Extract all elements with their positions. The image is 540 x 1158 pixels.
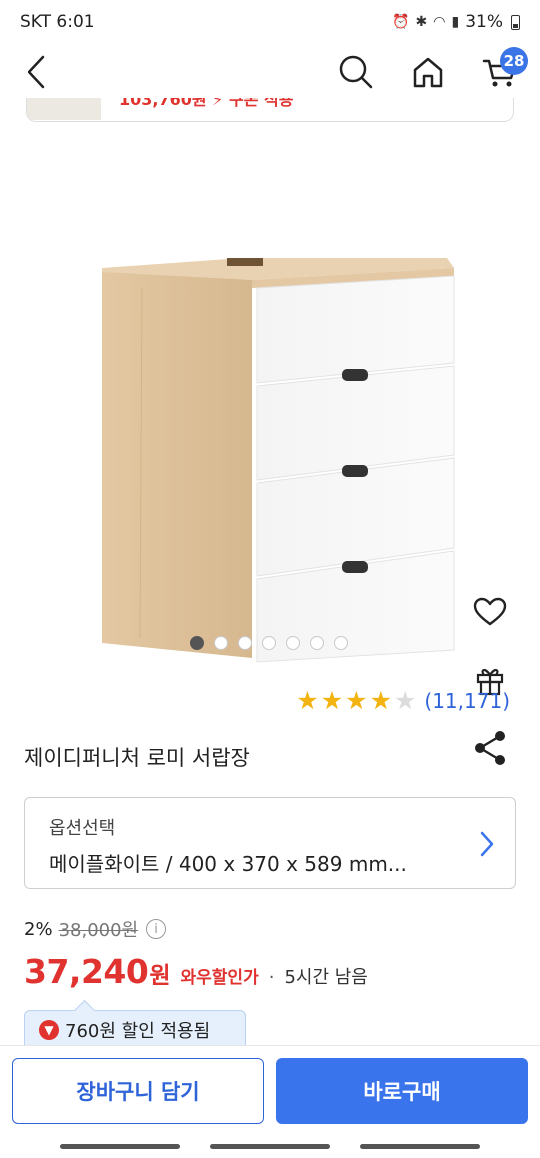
star-icon: ★ [320, 686, 344, 715]
price-separator: · [268, 967, 275, 988]
carousel-dot[interactable] [238, 636, 252, 650]
home-button[interactable] [406, 52, 450, 92]
search-icon [339, 55, 373, 89]
back-arrow-icon [27, 55, 45, 89]
battery-level: 31% [465, 12, 503, 32]
search-button[interactable] [334, 52, 378, 92]
sale-price: 37,240 [24, 952, 149, 991]
product-photo-dresser [102, 258, 455, 663]
status-bar: SKT 6:01 ⏰ ✱ ◠ ▮ 31% [0, 0, 540, 44]
carousel-dot[interactable] [214, 636, 228, 650]
bottom-action-bar: 장바구니 담기 바로구매 [0, 1045, 540, 1136]
carousel-dot[interactable] [190, 636, 204, 650]
heart-icon [473, 597, 507, 626]
product-title: 제이디퍼니처 로미 서랍장 [24, 746, 250, 770]
carousel-dot[interactable] [310, 636, 324, 650]
carousel-dot[interactable] [334, 636, 348, 650]
discount-applied-text: 760원 할인 적용됨 [65, 1021, 211, 1042]
product-rating[interactable]: ★ ★ ★ ★ ★ (11,171) [296, 688, 510, 713]
wifi-icon: ◠ [433, 14, 446, 30]
star-icon: ★ [393, 686, 417, 715]
option-value: 메이플화이트 / 400 x 370 x 589 mm... [49, 852, 407, 876]
carousel-dot[interactable] [286, 636, 300, 650]
status-icons: ⏰ ✱ ◠ ▮ 31% [392, 12, 520, 32]
price-row: 37,240 원 와우할인가 · 5시간 남음 [24, 952, 368, 991]
nav-recents[interactable] [60, 1144, 180, 1149]
alarm-icon: ⏰ [392, 14, 410, 30]
option-label: 옵션선택 [49, 818, 116, 839]
share-icon [475, 731, 505, 765]
original-price: 38,000원 [58, 920, 139, 941]
review-count[interactable]: (11,171) [424, 689, 510, 713]
option-selector[interactable]: 옵션선택 메이플화이트 / 400 x 370 x 589 mm... [24, 797, 516, 889]
add-to-cart-button[interactable]: 장바구니 담기 [12, 1058, 264, 1124]
carousel-pagination [190, 636, 348, 650]
app-header: 28 [0, 44, 540, 100]
discount-row: 2% 38,000원 i [24, 916, 167, 942]
wow-discount-tag: 와우할인가 [180, 968, 259, 988]
product-image-carousel[interactable] [0, 130, 540, 765]
star-icon: ★ [296, 686, 319, 715]
share-button[interactable] [468, 726, 512, 770]
cart-button[interactable]: 28 [478, 47, 528, 92]
discount-rate: 2% [24, 918, 53, 940]
back-button[interactable] [18, 52, 54, 92]
banner-text: 103,760원 ⚡ 쿠폰 적용 [119, 98, 294, 109]
wishlist-button[interactable] [468, 590, 512, 634]
cart-count-badge: 28 [500, 47, 528, 75]
arrow-down-icon: ▼ [39, 1020, 59, 1040]
nav-back[interactable] [360, 1144, 480, 1149]
carousel-dot[interactable] [262, 636, 276, 650]
system-nav-bar [0, 1136, 540, 1158]
price-unit: 원 [149, 963, 171, 989]
nav-home[interactable] [210, 1144, 330, 1149]
battery-icon [511, 14, 520, 30]
signal-icon: ▮ [451, 14, 460, 30]
buy-now-button[interactable]: 바로구매 [276, 1058, 528, 1124]
bluetooth-icon: ✱ [415, 14, 428, 30]
chevron-right-icon [480, 831, 494, 857]
info-icon[interactable]: i [146, 919, 167, 939]
banner-thumbnail [27, 98, 101, 120]
coupon-banner[interactable]: 103,760원 ⚡ 쿠폰 적용 [26, 98, 514, 122]
home-icon [413, 57, 443, 88]
star-icon: ★ [369, 686, 392, 715]
star-icon: ★ [345, 686, 368, 715]
discount-applied-badge: ▼ 760원 할인 적용됨 [24, 1010, 246, 1050]
carrier-time: SKT 6:01 [20, 12, 95, 32]
rating-stars: ★ ★ ★ ★ ★ [296, 688, 416, 713]
time-left: 5시간 남음 [284, 967, 368, 988]
